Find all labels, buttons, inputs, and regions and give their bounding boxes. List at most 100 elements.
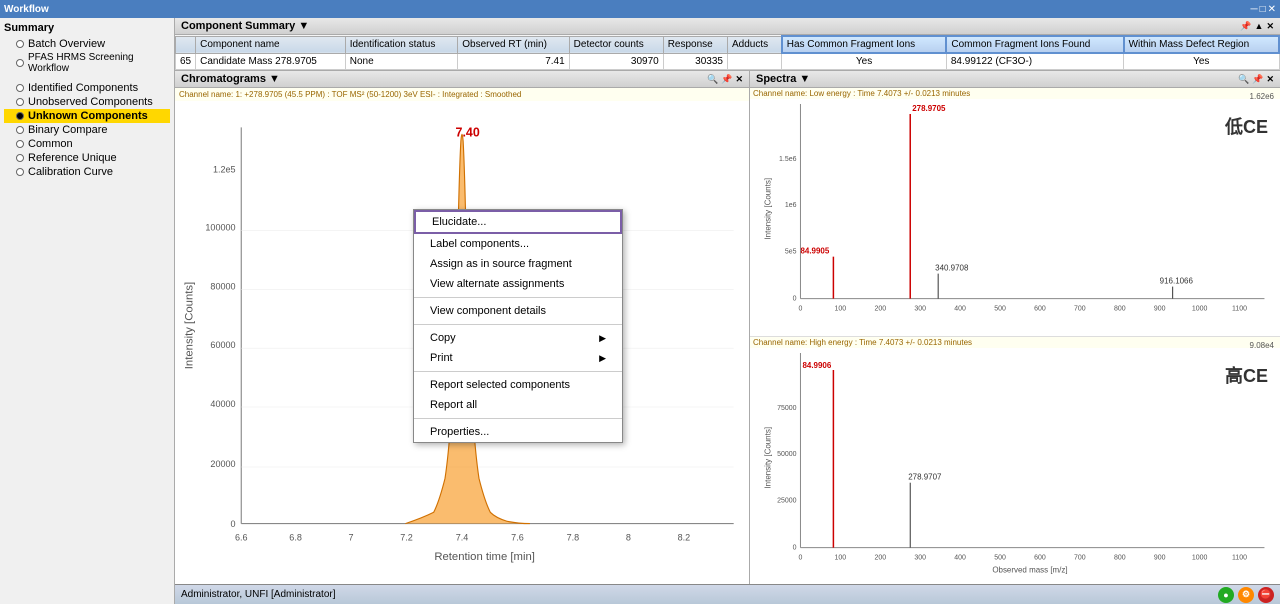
th-has-common[interactable]: Has Common Fragment Ions — [782, 36, 947, 53]
context-menu-report-selected[interactable]: Report selected components — [414, 375, 622, 395]
low-ce-panel: Channel name: Low energy : Time 7.4073 +… — [750, 88, 1280, 337]
status-icon-green: ● — [1218, 587, 1234, 603]
svg-text:20000: 20000 — [210, 459, 235, 469]
svg-text:0: 0 — [793, 544, 797, 551]
cs-btn1[interactable]: 📌 — [1240, 21, 1251, 32]
sidebar-item-unknown[interactable]: Unknown Components — [4, 109, 170, 123]
table-row[interactable]: 65 Candidate Mass 278.9705 None 7.41 309… — [176, 53, 1280, 70]
context-menu-properties[interactable]: Properties... — [414, 422, 622, 442]
svg-text:900: 900 — [1154, 306, 1166, 313]
chromatogram-title: Chromatograms ▼ — [181, 73, 280, 85]
top-bar-title: Workflow — [4, 4, 49, 15]
svg-text:900: 900 — [1154, 554, 1166, 561]
th-detector-counts[interactable]: Detector counts — [569, 36, 663, 53]
svg-text:278.9707: 278.9707 — [908, 472, 942, 481]
sidebar-label-reference-unique: Reference Unique — [28, 152, 117, 164]
context-menu-view-details[interactable]: View component details — [414, 301, 622, 321]
svg-text:84.9905: 84.9905 — [800, 247, 829, 256]
minimize-btn[interactable]: ─ — [1250, 4, 1257, 15]
th-within-mass[interactable]: Within Mass Defect Region — [1124, 36, 1279, 53]
sidebar-item-binary[interactable]: Binary Compare — [4, 123, 170, 137]
sidebar-item-unobserved[interactable]: Unobserved Components — [4, 95, 170, 109]
td-within-mass: Yes — [1124, 53, 1279, 70]
high-ce-max-intensity: 9.08e4 — [1250, 341, 1274, 350]
top-bar: Workflow ─ □ ✕ — [0, 0, 1280, 18]
context-menu-elucidate[interactable]: Elucidate... — [414, 210, 622, 234]
svg-text:300: 300 — [914, 554, 926, 561]
context-menu-assign[interactable]: Assign as in source fragment — [414, 254, 622, 274]
svg-text:0: 0 — [799, 306, 803, 313]
svg-text:7: 7 — [349, 533, 354, 543]
chrom-zoom-btn[interactable]: 🔍 — [707, 74, 718, 85]
svg-text:6.6: 6.6 — [235, 533, 248, 543]
context-separator-4 — [414, 418, 622, 419]
chrom-pin-btn[interactable]: 📌 — [721, 74, 732, 85]
sidebar-summary-title: Summary — [4, 22, 170, 34]
sidebar-item-batch-overview[interactable]: Batch Overview — [4, 37, 170, 51]
svg-text:50000: 50000 — [777, 450, 797, 457]
th-component-name[interactable]: Component name — [196, 36, 346, 53]
cs-btn3[interactable]: ✕ — [1266, 21, 1274, 32]
spectra-btn3[interactable]: ✕ — [1266, 74, 1274, 85]
td-detector-counts: 30970 — [569, 53, 663, 70]
sidebar-item-common[interactable]: Common — [4, 137, 170, 151]
th-observed-rt[interactable]: Observed RT (min) — [458, 36, 569, 53]
context-menu-label-components[interactable]: Label components... — [414, 234, 622, 254]
svg-text:Intensity [Counts]: Intensity [Counts] — [764, 178, 773, 240]
svg-text:80000: 80000 — [210, 281, 235, 291]
th-response[interactable]: Response — [663, 36, 727, 53]
sidebar-item-reference-unique[interactable]: Reference Unique — [4, 151, 170, 165]
svg-text:400: 400 — [954, 306, 966, 313]
svg-text:400: 400 — [954, 554, 966, 561]
context-menu-print-label: Print — [430, 352, 453, 364]
svg-text:500: 500 — [994, 306, 1006, 313]
context-menu-print[interactable]: Print ▶ — [414, 348, 622, 368]
bottom-panels: Chromatograms ▼ 🔍 📌 ✕ Channel name: 1: +… — [175, 71, 1280, 584]
context-menu-report-all[interactable]: Report all — [414, 395, 622, 415]
spectra-btn2[interactable]: 📌 — [1252, 74, 1263, 85]
svg-text:1100: 1100 — [1232, 554, 1247, 561]
sidebar-item-pfas[interactable]: PFAS HRMS Screening Workflow — [4, 51, 170, 75]
sidebar-item-calibration[interactable]: Calibration Curve — [4, 165, 170, 179]
svg-text:916.1066: 916.1066 — [1160, 277, 1194, 286]
context-menu-report-selected-label: Report selected components — [430, 379, 570, 391]
app-container: Workflow ─ □ ✕ Summary Batch Overview PF… — [0, 0, 1280, 604]
radio-common — [16, 140, 24, 148]
context-menu-label-components-label: Label components... — [430, 238, 529, 250]
status-user-label: Administrator, UNFI [Administrator] — [181, 589, 335, 600]
chromatogram-chart-area[interactable]: Elucidate... Label components... Assign … — [175, 101, 749, 584]
component-table-container: Component name Identification status Obs… — [175, 35, 1280, 70]
maximize-btn[interactable]: □ — [1260, 4, 1266, 15]
sidebar-label-common: Common — [28, 138, 73, 150]
high-ce-channel-label: Channel name: High energy : Time 7.4073 … — [750, 337, 1280, 348]
td-adducts — [727, 53, 781, 70]
td-common-found: 84.99122 (CF3O-) — [946, 53, 1123, 70]
cs-btn2[interactable]: ▲ — [1255, 21, 1264, 32]
svg-text:7.6: 7.6 — [511, 533, 524, 543]
chromatogram-channel-label: Channel name: 1: +278.9705 (45.5 PPM) : … — [175, 88, 749, 101]
svg-text:0: 0 — [231, 519, 236, 529]
sidebar-label-identified: Identified Components — [28, 82, 138, 94]
close-btn[interactable]: ✕ — [1268, 4, 1276, 15]
spectra-header: Spectra ▼ 🔍 📌 ✕ — [750, 71, 1280, 88]
svg-text:340.9708: 340.9708 — [935, 264, 969, 273]
svg-text:600: 600 — [1034, 306, 1046, 313]
high-ce-panel: Channel name: High energy : Time 7.4073 … — [750, 337, 1280, 585]
td-component-name: Candidate Mass 278.9705 — [196, 53, 346, 70]
th-id-status[interactable]: Identification status — [345, 36, 458, 53]
main-area: Summary Batch Overview PFAS HRMS Screeni… — [0, 18, 1280, 604]
svg-text:Intensity [Counts]: Intensity [Counts] — [764, 426, 773, 488]
svg-text:1000: 1000 — [1192, 554, 1208, 561]
th-adducts[interactable]: Adducts — [727, 36, 781, 53]
svg-text:200: 200 — [874, 554, 886, 561]
svg-text:Intensity [Counts]: Intensity [Counts] — [184, 282, 196, 369]
svg-text:800: 800 — [1114, 554, 1126, 561]
td-response: 30335 — [663, 53, 727, 70]
sidebar-item-identified[interactable]: Identified Components — [4, 81, 170, 95]
svg-text:700: 700 — [1074, 306, 1086, 313]
context-menu-copy[interactable]: Copy ▶ — [414, 328, 622, 348]
chrom-close-btn[interactable]: ✕ — [735, 74, 743, 85]
spectra-btn1[interactable]: 🔍 — [1238, 74, 1249, 85]
th-common-found[interactable]: Common Fragment Ions Found — [946, 36, 1123, 53]
context-menu-view-alternate[interactable]: View alternate assignments — [414, 274, 622, 294]
